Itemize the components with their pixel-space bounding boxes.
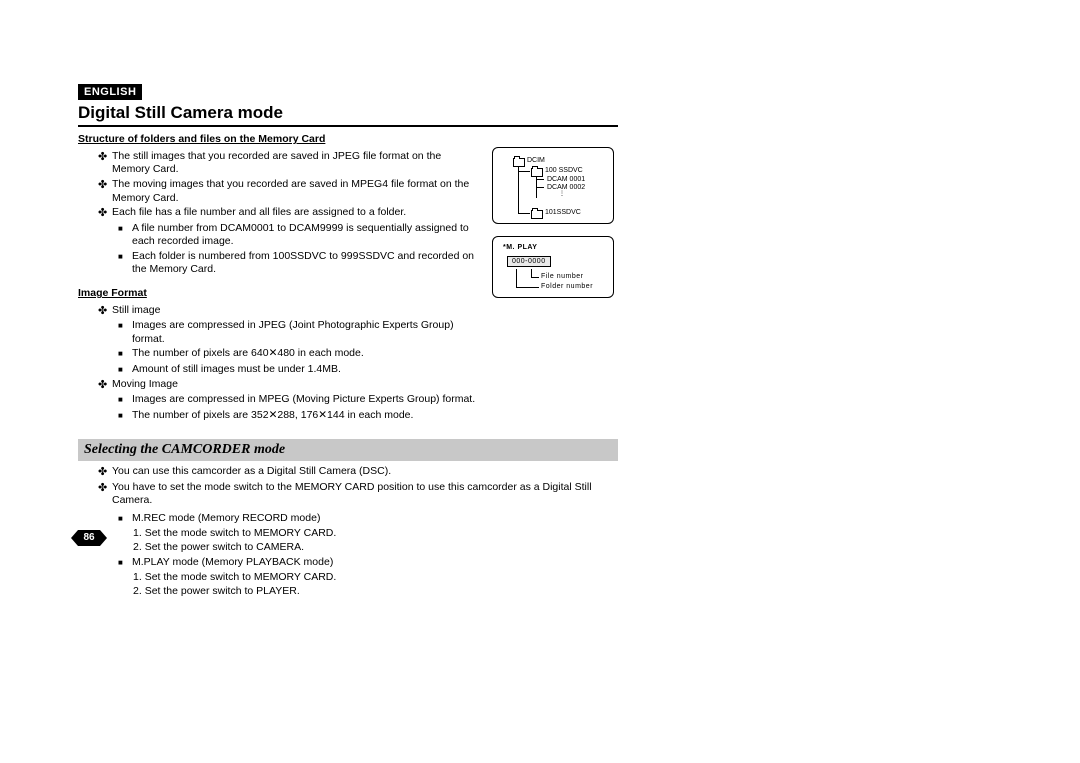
folder-label-100ssdvc: 100 SSDVC — [545, 167, 583, 174]
text: M.REC mode (Memory RECORD mode) — [132, 512, 320, 526]
folder-icon — [531, 168, 543, 177]
sub-bullet-item: ■Images are compressed in JPEG (Joint Ph… — [118, 319, 478, 346]
page-title: Digital Still Camera mode — [78, 103, 618, 123]
bullet-item: ✤Still image — [98, 304, 478, 318]
numbered-step: 2. Set the power switch to CAMERA. — [133, 541, 493, 555]
page-number-decoration-left — [71, 530, 78, 546]
bullet-item: ✤Each file has a file number and all fil… — [98, 206, 478, 220]
square-bullet-icon: ■ — [118, 393, 132, 407]
bullet-item: ✤Moving Image — [98, 378, 478, 392]
folder-icon — [513, 158, 525, 167]
ellipsis: ⋮ — [559, 190, 565, 197]
tree-line — [518, 171, 530, 172]
sub-bullet-item: ■Each folder is numbered from 100SSDVC t… — [118, 250, 478, 277]
folder-number-label: Folder number — [541, 283, 593, 290]
callout-line — [516, 287, 539, 288]
cross-bullet-icon: ✤ — [98, 178, 112, 205]
text: Each file has a file number and all file… — [112, 206, 406, 220]
sub-bullet-item: ■The number of pixels are 352✕288, 176✕1… — [118, 409, 478, 423]
square-bullet-icon: ■ — [118, 512, 132, 526]
square-bullet-icon: ■ — [118, 347, 132, 361]
cross-bullet-icon: ✤ — [98, 481, 112, 508]
bullet-item: ✤The moving images that you recorded are… — [98, 178, 478, 205]
page-number-decoration-right — [100, 530, 107, 546]
cross-bullet-icon: ✤ — [98, 465, 112, 479]
numbered-step: 2. Set the power switch to PLAYER. — [133, 585, 493, 599]
square-bullet-icon: ■ — [118, 250, 132, 277]
language-label: ENGLISH — [78, 84, 142, 100]
tree-line — [518, 213, 530, 214]
bullet-item: ✤You have to set the mode switch to the … — [98, 481, 618, 508]
file-code-box: 000-0000 — [507, 256, 551, 267]
folder-label-dcim: DCIM — [527, 157, 545, 164]
cross-bullet-icon: ✤ — [98, 206, 112, 220]
text: Moving Image — [112, 378, 178, 392]
numbered-step: 1. Set the mode switch to MEMORY CARD. — [133, 527, 493, 541]
callout-line — [531, 277, 539, 278]
cross-bullet-icon: ✤ — [98, 304, 112, 318]
folder-structure-diagram: DCIM 100 SSDVC DCAM 0001 DCAM 0002 ⋮ 101… — [492, 147, 614, 224]
square-bullet-icon: ■ — [118, 222, 132, 249]
square-bullet-icon: ■ — [118, 319, 132, 346]
square-bullet-icon: ■ — [118, 409, 132, 423]
text: Images are compressed in MPEG (Moving Pi… — [132, 393, 475, 407]
callout-line — [531, 269, 532, 277]
tree-line — [518, 166, 519, 214]
text: The moving images that you recorded are … — [112, 178, 478, 205]
text: You have to set the mode switch to the M… — [112, 481, 618, 508]
text: Set the power switch to PLAYER. — [145, 585, 300, 597]
sub-bullet-item: ■M.PLAY mode (Memory PLAYBACK mode) — [118, 556, 618, 570]
text: M.PLAY mode (Memory PLAYBACK mode) — [132, 556, 333, 570]
text: Set the mode switch to MEMORY CARD. — [145, 527, 337, 539]
sub-bullet-item: ■M.REC mode (Memory RECORD mode) — [118, 512, 618, 526]
text: Each folder is numbered from 100SSDVC to… — [132, 250, 478, 277]
cross-bullet-icon: ✤ — [98, 378, 112, 392]
numbered-step: 1. Set the mode switch to MEMORY CARD. — [133, 571, 493, 585]
text: Still image — [112, 304, 160, 318]
text: Set the power switch to CAMERA. — [145, 541, 304, 553]
text: Amount of still images must be under 1.4… — [132, 363, 341, 377]
mplay-diagram: *M. PLAY 000-0000 File number Folder num… — [492, 236, 614, 298]
bullet-item: ✤You can use this camcorder as a Digital… — [98, 465, 618, 479]
square-bullet-icon: ■ — [118, 556, 132, 570]
tree-line — [536, 179, 544, 180]
file-label-dcam0001: DCAM 0001 — [547, 176, 585, 183]
text: Set the mode switch to MEMORY CARD. — [145, 571, 337, 583]
text: A file number from DCAM0001 to DCAM9999 … — [132, 222, 478, 249]
file-label-dcam0002: DCAM 0002 — [547, 184, 585, 191]
title-divider — [78, 125, 618, 127]
sub-bullet-item: ■The number of pixels are 640✕480 in eac… — [118, 347, 478, 361]
section-bar: Selecting the CAMCORDER mode — [78, 439, 618, 461]
folder-label-101ssdvc: 101SSDVC — [545, 209, 581, 216]
mplay-title: *M. PLAY — [503, 244, 537, 251]
text: The still images that you recorded are s… — [112, 150, 478, 177]
page-number: 86 — [78, 530, 100, 546]
sub-bullet-item: ■A file number from DCAM0001 to DCAM9999… — [118, 222, 478, 249]
text: The number of pixels are 352✕288, 176✕14… — [132, 409, 413, 423]
tree-line — [536, 187, 544, 188]
folder-icon — [531, 210, 543, 219]
subheading-structure: Structure of folders and files on the Me… — [78, 133, 618, 147]
sub-bullet-item: ■Amount of still images must be under 1.… — [118, 363, 478, 377]
text: The number of pixels are 640✕480 in each… — [132, 347, 364, 361]
square-bullet-icon: ■ — [118, 363, 132, 377]
cross-bullet-icon: ✤ — [98, 150, 112, 177]
bullet-item: ✤The still images that you recorded are … — [98, 150, 478, 177]
callout-line — [516, 269, 517, 287]
text: Images are compressed in JPEG (Joint Pho… — [132, 319, 478, 346]
sub-bullet-item: ■Images are compressed in MPEG (Moving P… — [118, 393, 478, 407]
file-number-label: File number — [541, 273, 583, 280]
text: You can use this camcorder as a Digital … — [112, 465, 391, 479]
